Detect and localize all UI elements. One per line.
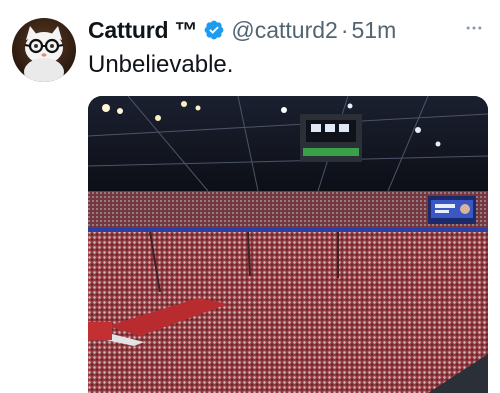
- display-name[interactable]: Catturd ™: [88, 17, 198, 44]
- cat-avatar-icon: [24, 26, 64, 82]
- separator-dot: ·: [340, 16, 349, 43]
- arena-crowd-photo: [88, 96, 488, 393]
- tweet-text: Unbelievable.: [88, 51, 234, 78]
- tweet-card[interactable]: Catturd ™ @catturd2 · 51m Unbelievable.: [0, 0, 500, 393]
- verified-badge-icon: [203, 19, 225, 41]
- user-handle[interactable]: @catturd2: [231, 17, 337, 44]
- avatar[interactable]: [12, 18, 76, 82]
- tweet-media-photo[interactable]: [88, 96, 488, 393]
- more-options-button[interactable]: [462, 16, 486, 40]
- more-horizontal-icon: [466, 26, 482, 30]
- timestamp[interactable]: 51m: [352, 17, 397, 44]
- tweet-header: Catturd ™ @catturd2 · 51m: [88, 14, 396, 46]
